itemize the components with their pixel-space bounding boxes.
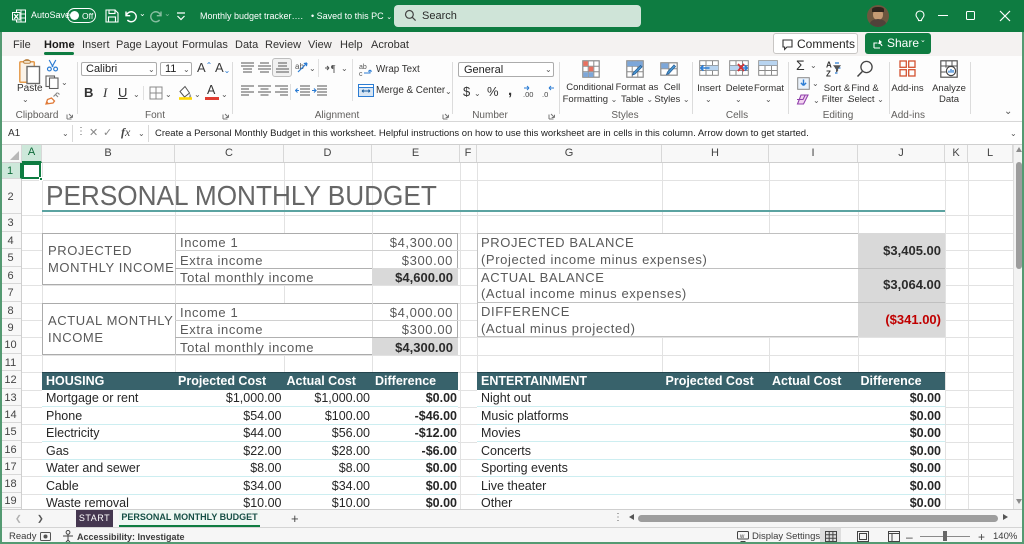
svg-text:Z: Z [826,70,831,78]
svg-text:¶: ¶ [331,64,336,73]
svg-text:.0: .0 [542,90,548,98]
svg-text:w: w [739,534,745,540]
svg-text:c: c [359,71,363,76]
svg-text:ab: ab [359,64,367,71]
svg-text:.00: .00 [523,90,533,98]
svg-text:A: A [826,61,832,70]
